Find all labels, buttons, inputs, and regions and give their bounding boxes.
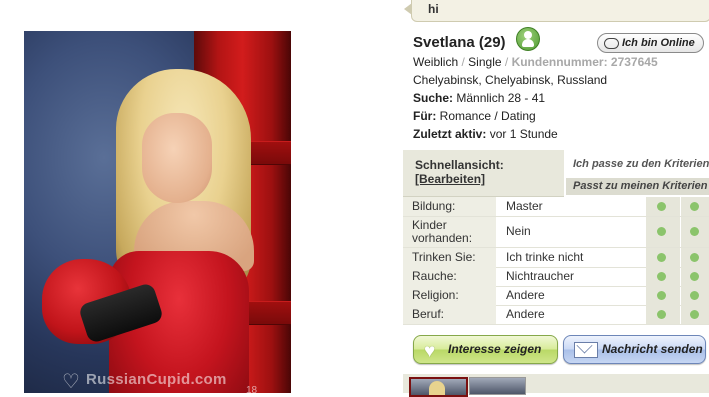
match-dot-icon <box>657 310 666 319</box>
criteria-label: Rauche: <box>403 267 496 286</box>
profile-last-active: Zuletzt aktiv: vor 1 Stunde <box>413 127 558 141</box>
match-dot-icon <box>690 310 699 319</box>
show-interest-label: Interesse zeigen <box>448 342 542 356</box>
criteria-row: Kinder vorhanden: Nein <box>403 217 709 248</box>
criteria-value: Andere <box>506 307 545 321</box>
criteria-label: Trinken Sie: <box>403 248 496 267</box>
criteria-value: Master <box>506 199 543 213</box>
criteria-value: Andere <box>506 288 545 302</box>
criteria-label: Beruf: <box>403 305 496 324</box>
match-dot-icon <box>657 291 666 300</box>
photo-thumbnail-strip <box>403 374 709 397</box>
separator: / <box>504 55 509 69</box>
heart-icon: ♥ <box>424 341 436 362</box>
criteria-row: Trinken Sie: Ich trinke nicht <box>403 248 709 268</box>
photo-thumbnail[interactable] <box>469 377 526 395</box>
person-online-icon <box>516 27 540 51</box>
criteria-row: Bildung: Master <box>403 197 709 217</box>
match-dot-icon <box>657 253 666 262</box>
for-value: Romance / Dating <box>439 109 536 123</box>
match-dot-icon <box>690 253 699 262</box>
criteria-row: Rauche: Nichtraucher <box>403 267 709 287</box>
match-dot-icon <box>657 202 666 211</box>
header-match-mine: Passt zu meinen Kriterien <box>566 178 709 195</box>
quick-view-title: Schnellansicht: <box>415 158 504 172</box>
match-dot-icon <box>657 272 666 281</box>
photo-face <box>142 113 212 203</box>
criteria-label: Kinder vorhanden: <box>403 217 496 247</box>
criteria-label: Religion: <box>403 286 496 305</box>
separator: / <box>461 55 465 69</box>
search-label: Suche: <box>413 91 454 105</box>
header-match-theirs: Ich passe zu den Kriterien <box>566 156 709 173</box>
photo-thumbnail[interactable] <box>409 377 468 397</box>
send-message-label: Nachricht senden <box>602 342 703 356</box>
last-active-value: vor 1 Stunde <box>489 127 558 141</box>
relationship-status: Single <box>468 55 502 69</box>
edit-link[interactable]: [Bearbeiten] <box>415 172 485 186</box>
match-dot-icon <box>690 272 699 281</box>
watermark-heart-icon: ♡ <box>62 371 80 393</box>
chat-bubble-icon <box>604 38 619 49</box>
match-dot-icon <box>657 227 666 236</box>
match-dot-icon <box>690 202 699 211</box>
criteria-panel: Schnellansicht: [Bearbeiten] Ich passe z… <box>403 150 709 325</box>
profile-location: Chelyabinsk, Chelyabinsk, Russland <box>413 73 608 87</box>
profile-for: Für: Romance / Dating <box>413 109 536 123</box>
profile-name: Svetlana (29) <box>413 34 506 51</box>
criteria-value: Ich trinke nicht <box>506 250 584 264</box>
match-dot-icon <box>690 291 699 300</box>
gender: Weiblich <box>413 55 459 69</box>
criteria-value: Nein <box>506 224 531 238</box>
profile-basics: Weiblich / Single / Kundennummer: 273764… <box>413 55 658 69</box>
speech-tail <box>404 3 412 15</box>
photo-badge: 18 <box>246 385 258 393</box>
criteria-value: Nichtraucher <box>506 269 575 283</box>
search-value: Männlich 28 - 41 <box>456 91 546 105</box>
message-bubble: hi <box>404 0 709 22</box>
quick-view-box: Schnellansicht: [Bearbeiten] <box>403 150 564 197</box>
match-dot-icon <box>690 227 699 236</box>
profile-search: Suche: Männlich 28 - 41 <box>413 91 545 105</box>
for-label: Für: <box>413 109 437 123</box>
envelope-icon <box>574 342 598 358</box>
criteria-row: Religion: Andere <box>403 286 709 306</box>
send-message-button[interactable]: Nachricht senden <box>563 335 706 364</box>
show-interest-button[interactable]: ♥ Interesse zeigen <box>413 335 558 364</box>
online-status-button[interactable]: Ich bin Online <box>597 33 704 53</box>
criteria-label: Bildung: <box>403 197 496 216</box>
last-active-label: Zuletzt aktiv: <box>413 127 487 141</box>
message-text: hi <box>428 2 439 16</box>
online-status-label: Ich bin Online <box>622 37 695 49</box>
criteria-row: Beruf: Andere <box>403 305 709 325</box>
photo-watermark: RussianCupid.com <box>86 371 227 388</box>
profile-photo[interactable]: ♡ RussianCupid.com 18 <box>24 31 291 393</box>
customer-number: Kundennummer: 2737645 <box>511 55 658 69</box>
